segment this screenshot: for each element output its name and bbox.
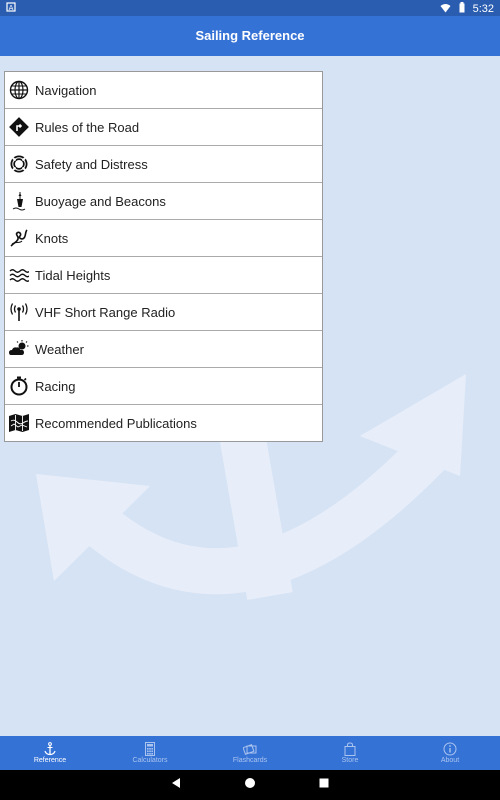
menu-item-recommended-publications[interactable]: Recommended Publications (5, 405, 322, 441)
tab-store[interactable]: Store (300, 736, 400, 770)
tab-flashcards[interactable]: Flashcards (200, 736, 300, 770)
menu-item-safety-and-distress[interactable]: Safety and Distress (5, 146, 322, 183)
menu-item-label: Rules of the Road (35, 119, 140, 135)
menu-item-navigation[interactable]: Navigation (5, 72, 322, 109)
menu-item-racing[interactable]: Racing (5, 368, 322, 405)
waves-icon (8, 264, 30, 286)
menu-item-label: Racing (35, 378, 76, 394)
tab-label: Flashcards (232, 757, 268, 764)
menu-item-label: Buoyage and Beacons (35, 193, 166, 209)
tab-label: Reference (33, 757, 67, 764)
tab-label: Calculators (132, 757, 168, 764)
menu-item-label: Safety and Distress (35, 156, 148, 172)
road-sign-icon (8, 116, 30, 138)
svg-text:A: A (9, 4, 14, 12)
knot-icon (8, 227, 30, 249)
radio-antenna-icon (8, 301, 30, 323)
calculator-icon (143, 742, 157, 756)
shopping-bag-icon (343, 742, 357, 756)
back-icon[interactable] (170, 776, 182, 794)
page-title: Sailing Reference (195, 28, 305, 43)
clock: 5:32 (472, 3, 494, 15)
tab-about[interactable]: About (400, 736, 500, 770)
menu-item-label: Navigation (35, 82, 97, 98)
menu-item-rules-of-the-road[interactable]: Rules of the Road (5, 109, 322, 146)
lifebuoy-icon (8, 153, 30, 175)
battery-icon (459, 2, 465, 16)
bottom-navigation: Reference Calculators Flashcards Store A… (0, 736, 500, 770)
menu-item-label: Weather (35, 341, 84, 357)
menu-item-knots[interactable]: Knots (5, 220, 322, 257)
main-content: Navigation Rules of the Road Safety and … (0, 56, 500, 736)
menu-item-label: Knots (35, 230, 69, 246)
menu-item-buoyage-and-beacons[interactable]: Buoyage and Beacons (5, 183, 322, 220)
home-icon[interactable] (244, 776, 256, 794)
tab-label: Store (341, 757, 359, 764)
menu-item-label: Tidal Heights (35, 267, 111, 283)
flashcards-icon (242, 742, 257, 756)
tab-label: About (440, 757, 460, 764)
tab-reference[interactable]: Reference (0, 736, 100, 770)
anchor-icon (43, 742, 57, 756)
recents-icon[interactable] (318, 776, 330, 794)
info-icon (443, 742, 457, 756)
menu-item-label: VHF Short Range Radio (35, 304, 176, 320)
menu-item-label: Recommended Publications (35, 415, 197, 431)
reference-menu-list: Navigation Rules of the Road Safety and … (4, 71, 323, 442)
stopwatch-icon (8, 375, 30, 397)
system-navigation-bar (0, 770, 500, 800)
map-book-icon (8, 412, 30, 434)
android-notification-icon: A (6, 2, 16, 15)
wifi-icon (440, 3, 451, 16)
menu-item-vhf-short-range-radio[interactable]: VHF Short Range Radio (5, 294, 322, 331)
tab-calculators[interactable]: Calculators (100, 736, 200, 770)
weather-icon (8, 338, 30, 360)
menu-item-tidal-heights[interactable]: Tidal Heights (5, 257, 322, 294)
app-bar: Sailing Reference (0, 16, 500, 56)
globe-icon (8, 79, 30, 101)
menu-item-weather[interactable]: Weather (5, 331, 322, 368)
status-bar: A 5:32 (0, 0, 500, 16)
buoy-icon (8, 190, 30, 212)
